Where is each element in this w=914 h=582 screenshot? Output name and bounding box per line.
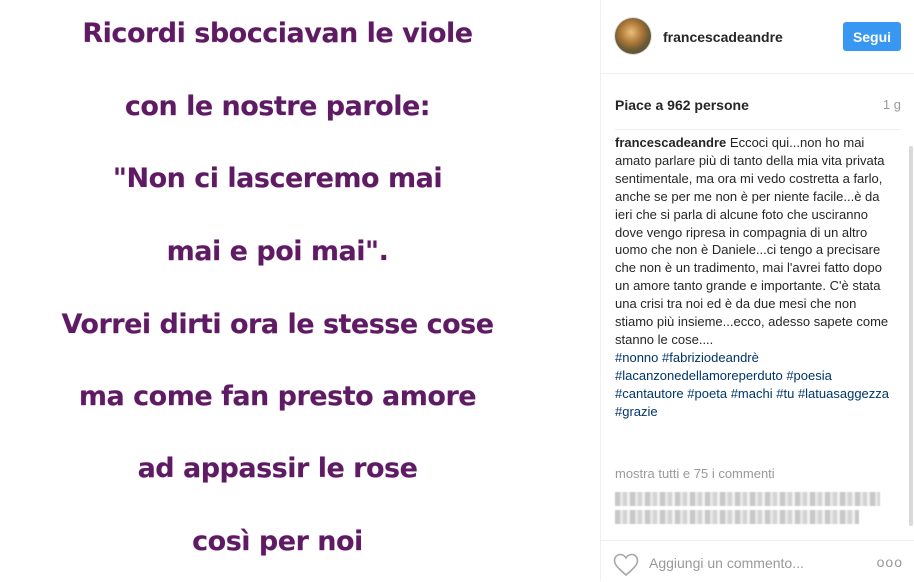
post-header: francescadeandre Segui (601, 0, 914, 74)
more-options-icon[interactable]: ooo (877, 554, 903, 570)
likes-count[interactable]: Piace a 962 persone (615, 97, 749, 113)
poem-line: Ricordi sbocciavan le viole (82, 18, 473, 49)
post-sidebar: francescadeandre Segui Piace a 962 perso… (600, 0, 914, 581)
hashtag-link[interactable]: #lacanzonedellamoreperduto (615, 368, 783, 383)
heart-icon[interactable] (613, 553, 639, 577)
poem-line: "Non ci lasceremo mai (112, 163, 443, 194)
avatar[interactable] (615, 18, 651, 54)
caption-text: Eccoci qui...non ho mai amato parlare pi… (615, 135, 889, 347)
hashtag-list: #nonno #fabriziodeandrè #lacanzonedellam… (615, 350, 889, 419)
caption: francescadeandre Eccoci qui...non ho mai… (615, 134, 893, 421)
blurred-comment (615, 510, 859, 524)
hashtag-link[interactable]: #machi (731, 386, 773, 401)
poem-line: con le nostre parole: (124, 91, 431, 122)
comment-bar: ooo (601, 540, 914, 582)
hashtag-link[interactable]: #tu (776, 386, 794, 401)
hashtag-link[interactable]: #poeta (687, 386, 727, 401)
hashtag-link[interactable]: #poesia (786, 368, 832, 383)
hashtag-link[interactable]: #fabriziodeandrè (662, 350, 759, 365)
blurred-comment (615, 492, 880, 506)
caption-username[interactable]: francescadeandre (615, 135, 726, 150)
comment-input[interactable] (649, 555, 839, 571)
hashtag-link[interactable]: #nonno (615, 350, 658, 365)
poem-line: ma come fan presto amore (78, 381, 477, 412)
post-time[interactable]: 1 g (883, 97, 901, 112)
poem-line: così per noi (192, 526, 363, 557)
scrollbar[interactable] (909, 146, 913, 526)
hashtag-link[interactable]: #latuasaggezza (798, 386, 889, 401)
show-all-comments-link[interactable]: mostra tutti e 75 i commenti (615, 466, 775, 481)
poem-line: ad appassir le rose (137, 453, 418, 484)
poem-line: Vorrei dirti ora le stesse cose (61, 309, 494, 340)
hashtag-link[interactable]: #grazie (615, 404, 658, 419)
header-username[interactable]: francescadeandre (663, 29, 783, 45)
post-image: Ricordi sbocciavan le viole con le nostr… (0, 0, 600, 581)
follow-button[interactable]: Segui (843, 22, 901, 51)
hashtag-link[interactable]: #cantautore (615, 386, 684, 401)
poem-line: mai e poi mai". (166, 236, 389, 267)
divider (615, 129, 901, 130)
